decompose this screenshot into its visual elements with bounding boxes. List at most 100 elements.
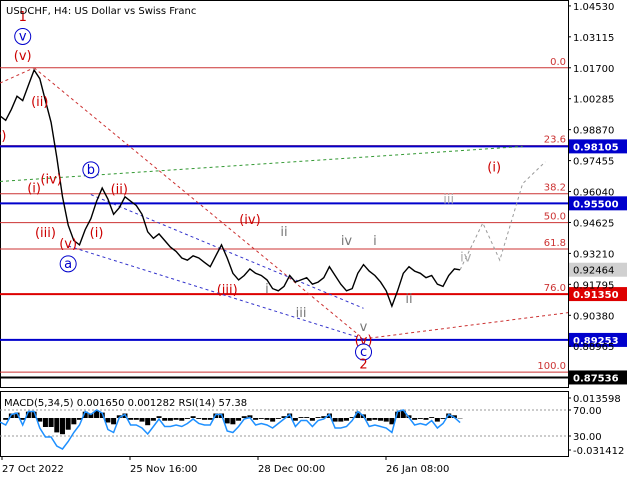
macd-bar — [156, 416, 162, 418]
fib-label: 100.0 — [537, 361, 566, 372]
macd-bar — [417, 418, 423, 419]
key-level-value: 0.87536 — [573, 373, 619, 384]
macd-bar — [429, 417, 435, 418]
macd-bar — [230, 418, 236, 425]
macd-bar — [412, 418, 418, 420]
macd-bar — [315, 417, 321, 418]
macd-bar — [150, 418, 156, 421]
wave-label: (v) — [14, 49, 32, 64]
macd-bar — [332, 418, 338, 422]
macd-bar — [184, 418, 190, 419]
macd-bar — [145, 418, 151, 426]
macd-bar — [207, 418, 213, 420]
macd-bar — [236, 418, 242, 421]
forecast-layer — [459, 161, 546, 271]
wave-label: (iii) — [217, 283, 238, 298]
indicator-tick-label: -0.031412 — [573, 446, 624, 457]
y-tick-label: 0.90380 — [573, 311, 614, 322]
fib-label: 50.0 — [544, 212, 566, 223]
macd-bar — [298, 417, 304, 418]
y-tick-label: 0.94625 — [573, 218, 614, 229]
fib-label: 76.0 — [544, 283, 566, 294]
macd-bar — [167, 418, 173, 421]
wave-label: iii — [296, 306, 307, 321]
macd-bar — [71, 418, 77, 425]
trend-line-base — [363, 312, 569, 340]
wave-label: a — [64, 257, 72, 272]
macd-bar — [270, 418, 276, 422]
fib-label: 38.2 — [544, 183, 566, 194]
macd-bar — [162, 418, 168, 421]
macd-bar — [440, 418, 446, 419]
chart-title: USDCHF, H4: US Dollar vs Swiss Franc — [6, 6, 196, 17]
indicator-label: MACD(5,34,5) 0.001650 0.001282 RSI(14) 5… — [4, 398, 247, 409]
wave-label: (iv) — [40, 173, 61, 188]
wave-label: (iii) — [35, 226, 56, 241]
fibonacci-layer: 0.0 23.6 38.2 50.0 61.8 76.0 100.0 — [0, 57, 568, 373]
macd-bar — [423, 418, 429, 420]
macd-bar — [65, 418, 71, 430]
y-tick-label: 1.04530 — [573, 2, 614, 13]
macd-bar — [275, 418, 281, 419]
wave-labels-layer: 1v(v)(ii)v)(i)(iv)(iii)(v)ab(ii)(i)(iv)(… — [0, 10, 501, 373]
y-tick-label: 0.91795 — [573, 280, 614, 291]
y-tick-label: 0.96040 — [573, 188, 614, 199]
wave-label: ii — [405, 292, 412, 307]
time-axis: 27 Oct 2022 25 Nov 16:00 28 Dec 00:00 26 Ja… — [1, 456, 449, 475]
wave-label: (v) — [59, 237, 77, 252]
wave-label: v) — [0, 129, 6, 144]
macd-bar — [48, 418, 54, 427]
macd-bar — [366, 418, 372, 421]
macd-bar — [59, 418, 65, 435]
key-level-value: 0.98105 — [573, 142, 619, 153]
fib-label: 23.6 — [544, 135, 566, 146]
wave-label: iii — [443, 192, 454, 207]
macd-bar — [111, 418, 117, 425]
indicator-tick-label: 70.00 — [573, 406, 602, 417]
macd-bar — [383, 418, 389, 422]
wave-label: (i) — [90, 226, 104, 241]
macd-bar — [264, 418, 270, 420]
y-tick-label: 1.01700 — [573, 64, 614, 75]
chart-window: 0.0 23.6 38.2 50.0 61.8 76.0 100.0 0.98105 0.95… — [0, 0, 640, 480]
macd-bar — [128, 418, 134, 420]
macd-bar — [139, 418, 145, 422]
macd-bar — [201, 418, 207, 420]
wave-label: b — [87, 163, 95, 178]
macd-bar — [378, 418, 384, 421]
macd-bar — [304, 417, 310, 418]
x-tick-label: 27 Oct 2022 — [2, 464, 64, 475]
trend-line-start — [0, 67, 35, 84]
macd-bar — [258, 418, 264, 419]
wave-label: i — [265, 282, 269, 297]
x-tick-label: 25 Nov 16:00 — [130, 464, 197, 475]
wave-label: i — [373, 234, 377, 249]
macd-bar — [253, 418, 259, 420]
fib-label: 61.8 — [544, 238, 566, 249]
y-tick-label: 0.88965 — [573, 342, 614, 353]
wave-label: ii — [280, 225, 287, 240]
y-tick-label: 1.00285 — [573, 95, 614, 106]
price-chart: 0.0 23.6 38.2 50.0 61.8 76.0 100.0 0.98105 0.95… — [0, 0, 627, 475]
macd-bar — [338, 418, 344, 422]
y-tick-label: 0.93210 — [573, 249, 614, 260]
key-level-value: 0.91350 — [573, 290, 619, 301]
macd-bar — [173, 418, 179, 420]
macd-bar — [3, 418, 9, 420]
fib-label: 0.0 — [550, 57, 566, 68]
macd-bar — [133, 418, 139, 420]
macd-bar — [224, 418, 230, 424]
macd-bar — [372, 418, 378, 420]
y-tick-label: 1.03115 — [573, 33, 614, 44]
y-tick-label: 0.97455 — [573, 157, 614, 168]
indicator-panel: MACD(5,34,5) 0.001650 0.001282 RSI(14) 5… — [0, 394, 624, 457]
key-level-value: 0.95500 — [573, 199, 619, 210]
x-tick-label: 28 Dec 00:00 — [258, 464, 325, 475]
wave-label: iv — [341, 234, 353, 249]
macd-bar — [309, 418, 315, 421]
macd-bar — [241, 416, 247, 418]
forecast-path — [459, 161, 546, 271]
macd-bar — [179, 418, 185, 421]
wave-label: (i) — [27, 181, 41, 196]
y-tick-label: 0.98870 — [573, 126, 614, 137]
